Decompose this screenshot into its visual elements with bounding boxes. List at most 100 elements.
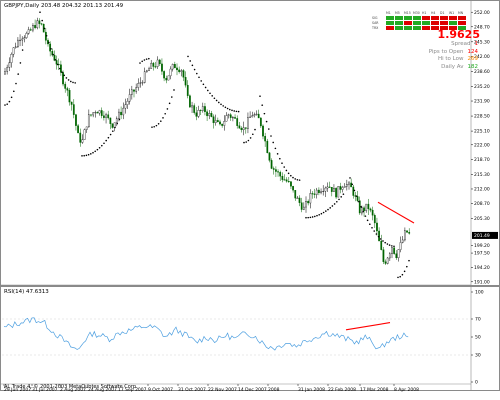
- info-row: Daily Av 182: [441, 64, 478, 70]
- sar-dot: [285, 169, 288, 172]
- sar-dot: [112, 130, 114, 132]
- candle-body: [388, 253, 391, 259]
- sar-dot: [207, 89, 209, 92]
- candle-body: [363, 207, 365, 212]
- price-axis-label: 225.10: [474, 129, 490, 135]
- candle-body: [77, 125, 79, 134]
- sar-dot: [211, 95, 213, 97]
- sar-dot: [218, 101, 220, 104]
- candle-body: [397, 249, 400, 259]
- info-row-label: Hi to Low: [437, 56, 464, 62]
- sar-dot: [281, 162, 283, 164]
- sar-dot: [296, 178, 299, 181]
- candle-body: [376, 222, 378, 232]
- sar-dot: [191, 64, 194, 67]
- candle-body: [365, 203, 368, 212]
- candle-body: [103, 115, 105, 118]
- rsi-axis-label: 70: [475, 317, 481, 323]
- candle-body: [156, 59, 159, 67]
- candle-body: [169, 68, 172, 77]
- candle-body: [322, 190, 325, 192]
- info-row: Spread 1: [451, 41, 478, 47]
- sar-dot: [45, 34, 48, 37]
- price-axis-label: 194.20: [474, 265, 490, 271]
- candle-body: [251, 115, 254, 118]
- candle-body: [320, 191, 322, 194]
- sar-dot: [327, 208, 329, 211]
- candle-body: [204, 106, 206, 112]
- candle-body: [345, 184, 348, 187]
- candle-body: [154, 66, 157, 68]
- sar-dot: [109, 133, 112, 136]
- price-axis-label: 191.00: [474, 279, 490, 285]
- candle-body: [14, 46, 17, 48]
- sar-dot: [90, 153, 92, 155]
- candle-body: [180, 70, 183, 73]
- candle-body: [178, 69, 181, 73]
- signal-cell: [386, 26, 394, 30]
- sar-dot: [384, 241, 387, 244]
- candle-body: [311, 193, 314, 195]
- sar-dot: [279, 157, 281, 160]
- candle-body: [195, 112, 198, 117]
- sar-dot: [369, 223, 371, 226]
- sar-dot: [331, 205, 334, 207]
- sar-dot: [70, 80, 72, 83]
- date-axis-label: 31 Oct 2007: [178, 387, 206, 393]
- sar-dot: [233, 110, 235, 112]
- candle-body: [130, 89, 133, 95]
- sar-dot: [67, 79, 70, 81]
- price-axis-label: 215.30: [474, 172, 490, 178]
- candle-body: [384, 261, 387, 264]
- candle-body: [111, 123, 114, 128]
- candle-body: [352, 186, 355, 196]
- sar-dot: [17, 73, 20, 75]
- candle-body: [55, 60, 58, 65]
- sar-dot: [360, 205, 362, 208]
- candle-body: [279, 172, 282, 177]
- rsi-chart[interactable]: 100705030029 Jun 2007 31 Jul 2007 2 Aug 20…: [0, 286, 500, 400]
- sar-dot: [4, 104, 6, 106]
- candle-body: [307, 201, 310, 204]
- candle-body: [281, 175, 284, 180]
- sar-dot: [6, 103, 8, 105]
- candle-body: [408, 232, 411, 234]
- signal-cell: [458, 21, 466, 25]
- sar-dot: [229, 108, 231, 111]
- candle-body: [146, 70, 148, 72]
- sar-dot: [226, 107, 229, 110]
- candle-body: [70, 101, 73, 105]
- candle-body: [367, 203, 370, 210]
- sar-dot: [364, 215, 367, 217]
- candle-body: [335, 188, 337, 198]
- sar-dot: [276, 153, 279, 155]
- chart-window: GBPJPY,Daily 203.48 204.32 201.13 201.49…: [0, 0, 500, 400]
- candle-body: [124, 104, 127, 109]
- candle-body: [143, 71, 146, 83]
- candle-body: [64, 83, 67, 89]
- sar-dot: [81, 155, 83, 157]
- sar-dot: [168, 102, 171, 105]
- sar-dot: [408, 259, 410, 262]
- candle-body: [135, 87, 138, 92]
- candle-body: [386, 257, 389, 264]
- sar-dot: [270, 135, 272, 137]
- candle-body: [128, 94, 131, 102]
- sar-dot: [265, 120, 268, 123]
- sar-dot: [358, 200, 360, 203]
- date-axis-label: 2008: [268, 387, 280, 393]
- candle-body: [66, 88, 69, 91]
- candle-body: [38, 20, 41, 24]
- candle-body: [105, 114, 107, 118]
- sar-dot: [292, 176, 294, 179]
- candle-body: [27, 29, 30, 34]
- signal-row-label: SIG: [372, 16, 378, 20]
- candle-body: [395, 253, 398, 259]
- candle-body: [133, 89, 135, 92]
- signal-cell: [458, 16, 466, 20]
- candle-body: [313, 193, 316, 195]
- candle-body: [219, 121, 221, 125]
- candle-body: [339, 186, 342, 190]
- candle-body: [87, 114, 90, 128]
- sar-dot: [107, 136, 110, 139]
